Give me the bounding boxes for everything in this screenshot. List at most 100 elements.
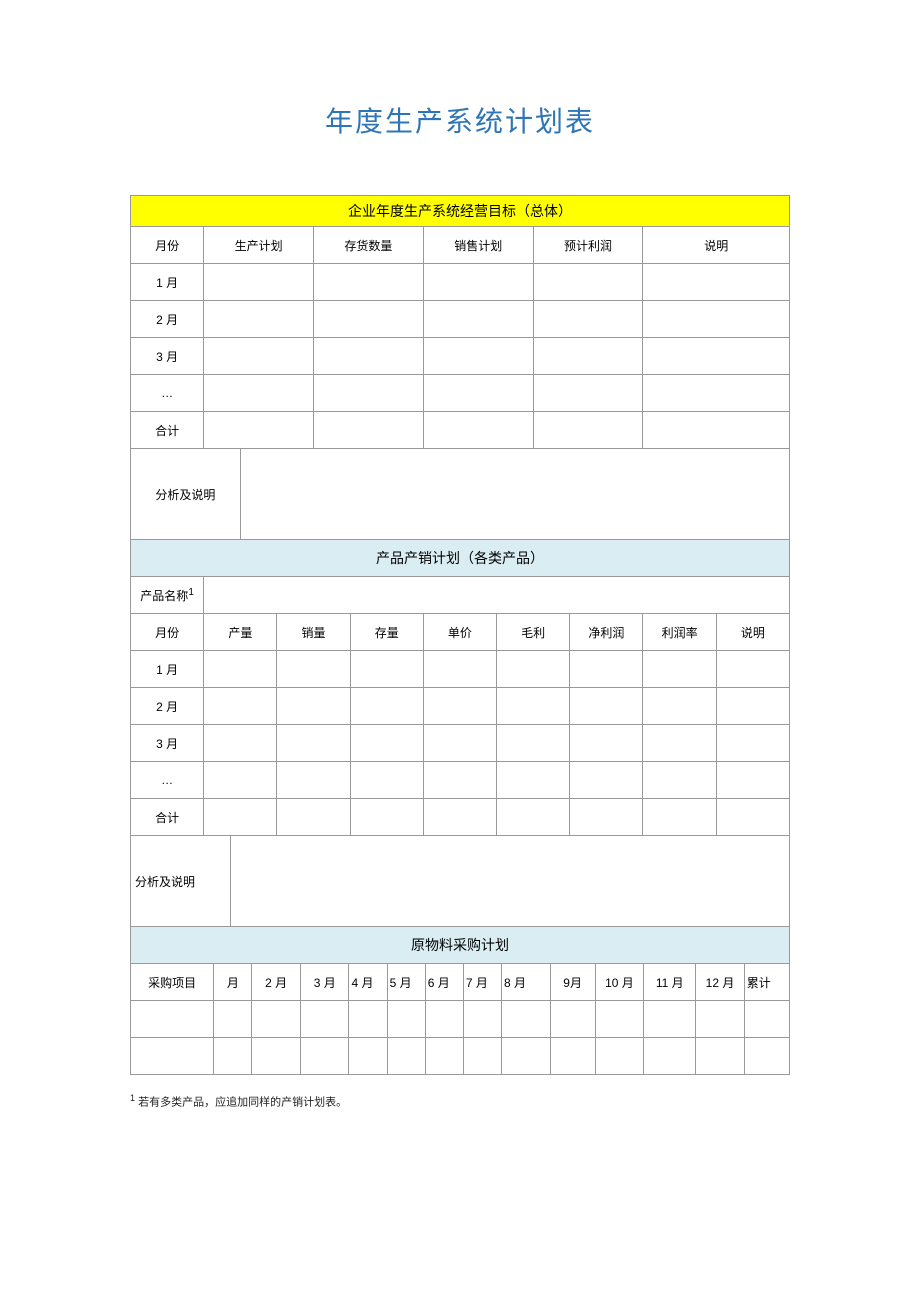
cell: [204, 301, 314, 338]
section1-analysis-row: 分析及说明: [131, 449, 790, 540]
row-label: 合计: [131, 799, 204, 836]
cell: [716, 651, 789, 688]
analysis-label: 分析及说明: [131, 836, 231, 927]
cell: [252, 1038, 301, 1075]
cell: [314, 412, 424, 449]
cell: [350, 799, 423, 836]
cell: [570, 725, 643, 762]
table-row: …: [131, 375, 790, 412]
cell: [277, 799, 350, 836]
cell: [696, 1038, 745, 1075]
cell: [643, 301, 790, 338]
section3-header-row: 原物料采购计划: [131, 927, 790, 964]
cell: [570, 762, 643, 799]
table-product-plan: 月份 产量 销量 存量 单价 毛利 净利润 利润率 说明 1 月 2 月 3 月…: [130, 613, 790, 927]
cell: [277, 725, 350, 762]
col-sales: 销量: [277, 614, 350, 651]
cell: [349, 1038, 387, 1075]
col-production-plan: 生产计划: [204, 227, 314, 264]
cell: [502, 1001, 551, 1038]
cell: [423, 338, 533, 375]
cell: [204, 688, 277, 725]
cell: [533, 375, 643, 412]
cell: [277, 651, 350, 688]
cell: [425, 1038, 463, 1075]
cell: [423, 688, 496, 725]
analysis-cell: [240, 449, 789, 540]
cell: [463, 1038, 501, 1075]
col-m8: 8 月: [502, 964, 551, 1001]
row-label: 3 月: [131, 725, 204, 762]
cell: [423, 725, 496, 762]
table-row: 2 月: [131, 688, 790, 725]
section1-header-row: 企业年度生产系统经营目标（总体）: [131, 196, 790, 227]
cell: [643, 799, 716, 836]
col-m6: 6 月: [425, 964, 463, 1001]
cell: [204, 375, 314, 412]
row-label: 1 月: [131, 651, 204, 688]
cell: [314, 375, 424, 412]
cell: [533, 338, 643, 375]
row-label: …: [131, 762, 204, 799]
cell: [252, 1001, 301, 1038]
cell: [497, 762, 570, 799]
cell: [533, 412, 643, 449]
cell: [423, 412, 533, 449]
cell: [423, 301, 533, 338]
cell: [643, 762, 716, 799]
col-m10: 10 月: [595, 964, 644, 1001]
col-net: 净利润: [570, 614, 643, 651]
col-m2: 2 月: [252, 964, 301, 1001]
row-label: 1 月: [131, 264, 204, 301]
cell: [423, 799, 496, 836]
footnote-text: 若有多类产品，应追加同样的产销计划表。: [135, 1097, 347, 1109]
table-row: …: [131, 762, 790, 799]
cell: [423, 264, 533, 301]
table-row: 3 月: [131, 338, 790, 375]
cell: [314, 338, 424, 375]
cell: [350, 688, 423, 725]
cell: [744, 1001, 789, 1038]
cell: [497, 651, 570, 688]
table-row: 合计: [131, 412, 790, 449]
cell: [423, 375, 533, 412]
row-label: 2 月: [131, 301, 204, 338]
cell: [644, 1038, 696, 1075]
col-sales-plan: 销售计划: [423, 227, 533, 264]
section2-header-row: 产品产销计划（各类产品）: [131, 540, 790, 577]
cell: [533, 301, 643, 338]
col-margin: 利润率: [643, 614, 716, 651]
analysis-label: 分析及说明: [131, 449, 241, 540]
cell: [595, 1038, 644, 1075]
cell: [300, 1038, 349, 1075]
cell: [643, 375, 790, 412]
product-name-cell: [204, 577, 790, 614]
cell: [550, 1038, 595, 1075]
product-label-sup: 1: [188, 587, 194, 598]
col-inventory: 存货数量: [314, 227, 424, 264]
cell: [502, 1038, 551, 1075]
col-month: 月份: [131, 227, 204, 264]
col-m12: 12 月: [696, 964, 745, 1001]
row-label: 合计: [131, 412, 204, 449]
cell: [716, 688, 789, 725]
cell: [644, 1001, 696, 1038]
cell: [131, 1038, 214, 1075]
table-row: 1 月: [131, 264, 790, 301]
cell: [204, 799, 277, 836]
cell: [314, 264, 424, 301]
cell: [570, 688, 643, 725]
cell: [570, 651, 643, 688]
cell: [643, 264, 790, 301]
cell: [214, 1038, 252, 1075]
cell: [350, 762, 423, 799]
cell: [533, 264, 643, 301]
cell: [350, 725, 423, 762]
cell: [497, 725, 570, 762]
section2-analysis-row: 分析及说明: [131, 836, 790, 927]
footnote: 1 若有多类产品，应追加同样的产销计划表。: [130, 1093, 790, 1110]
row-label: 2 月: [131, 688, 204, 725]
table-row: 3 月: [131, 725, 790, 762]
row-label: 3 月: [131, 338, 204, 375]
col-m3: 3 月: [300, 964, 349, 1001]
